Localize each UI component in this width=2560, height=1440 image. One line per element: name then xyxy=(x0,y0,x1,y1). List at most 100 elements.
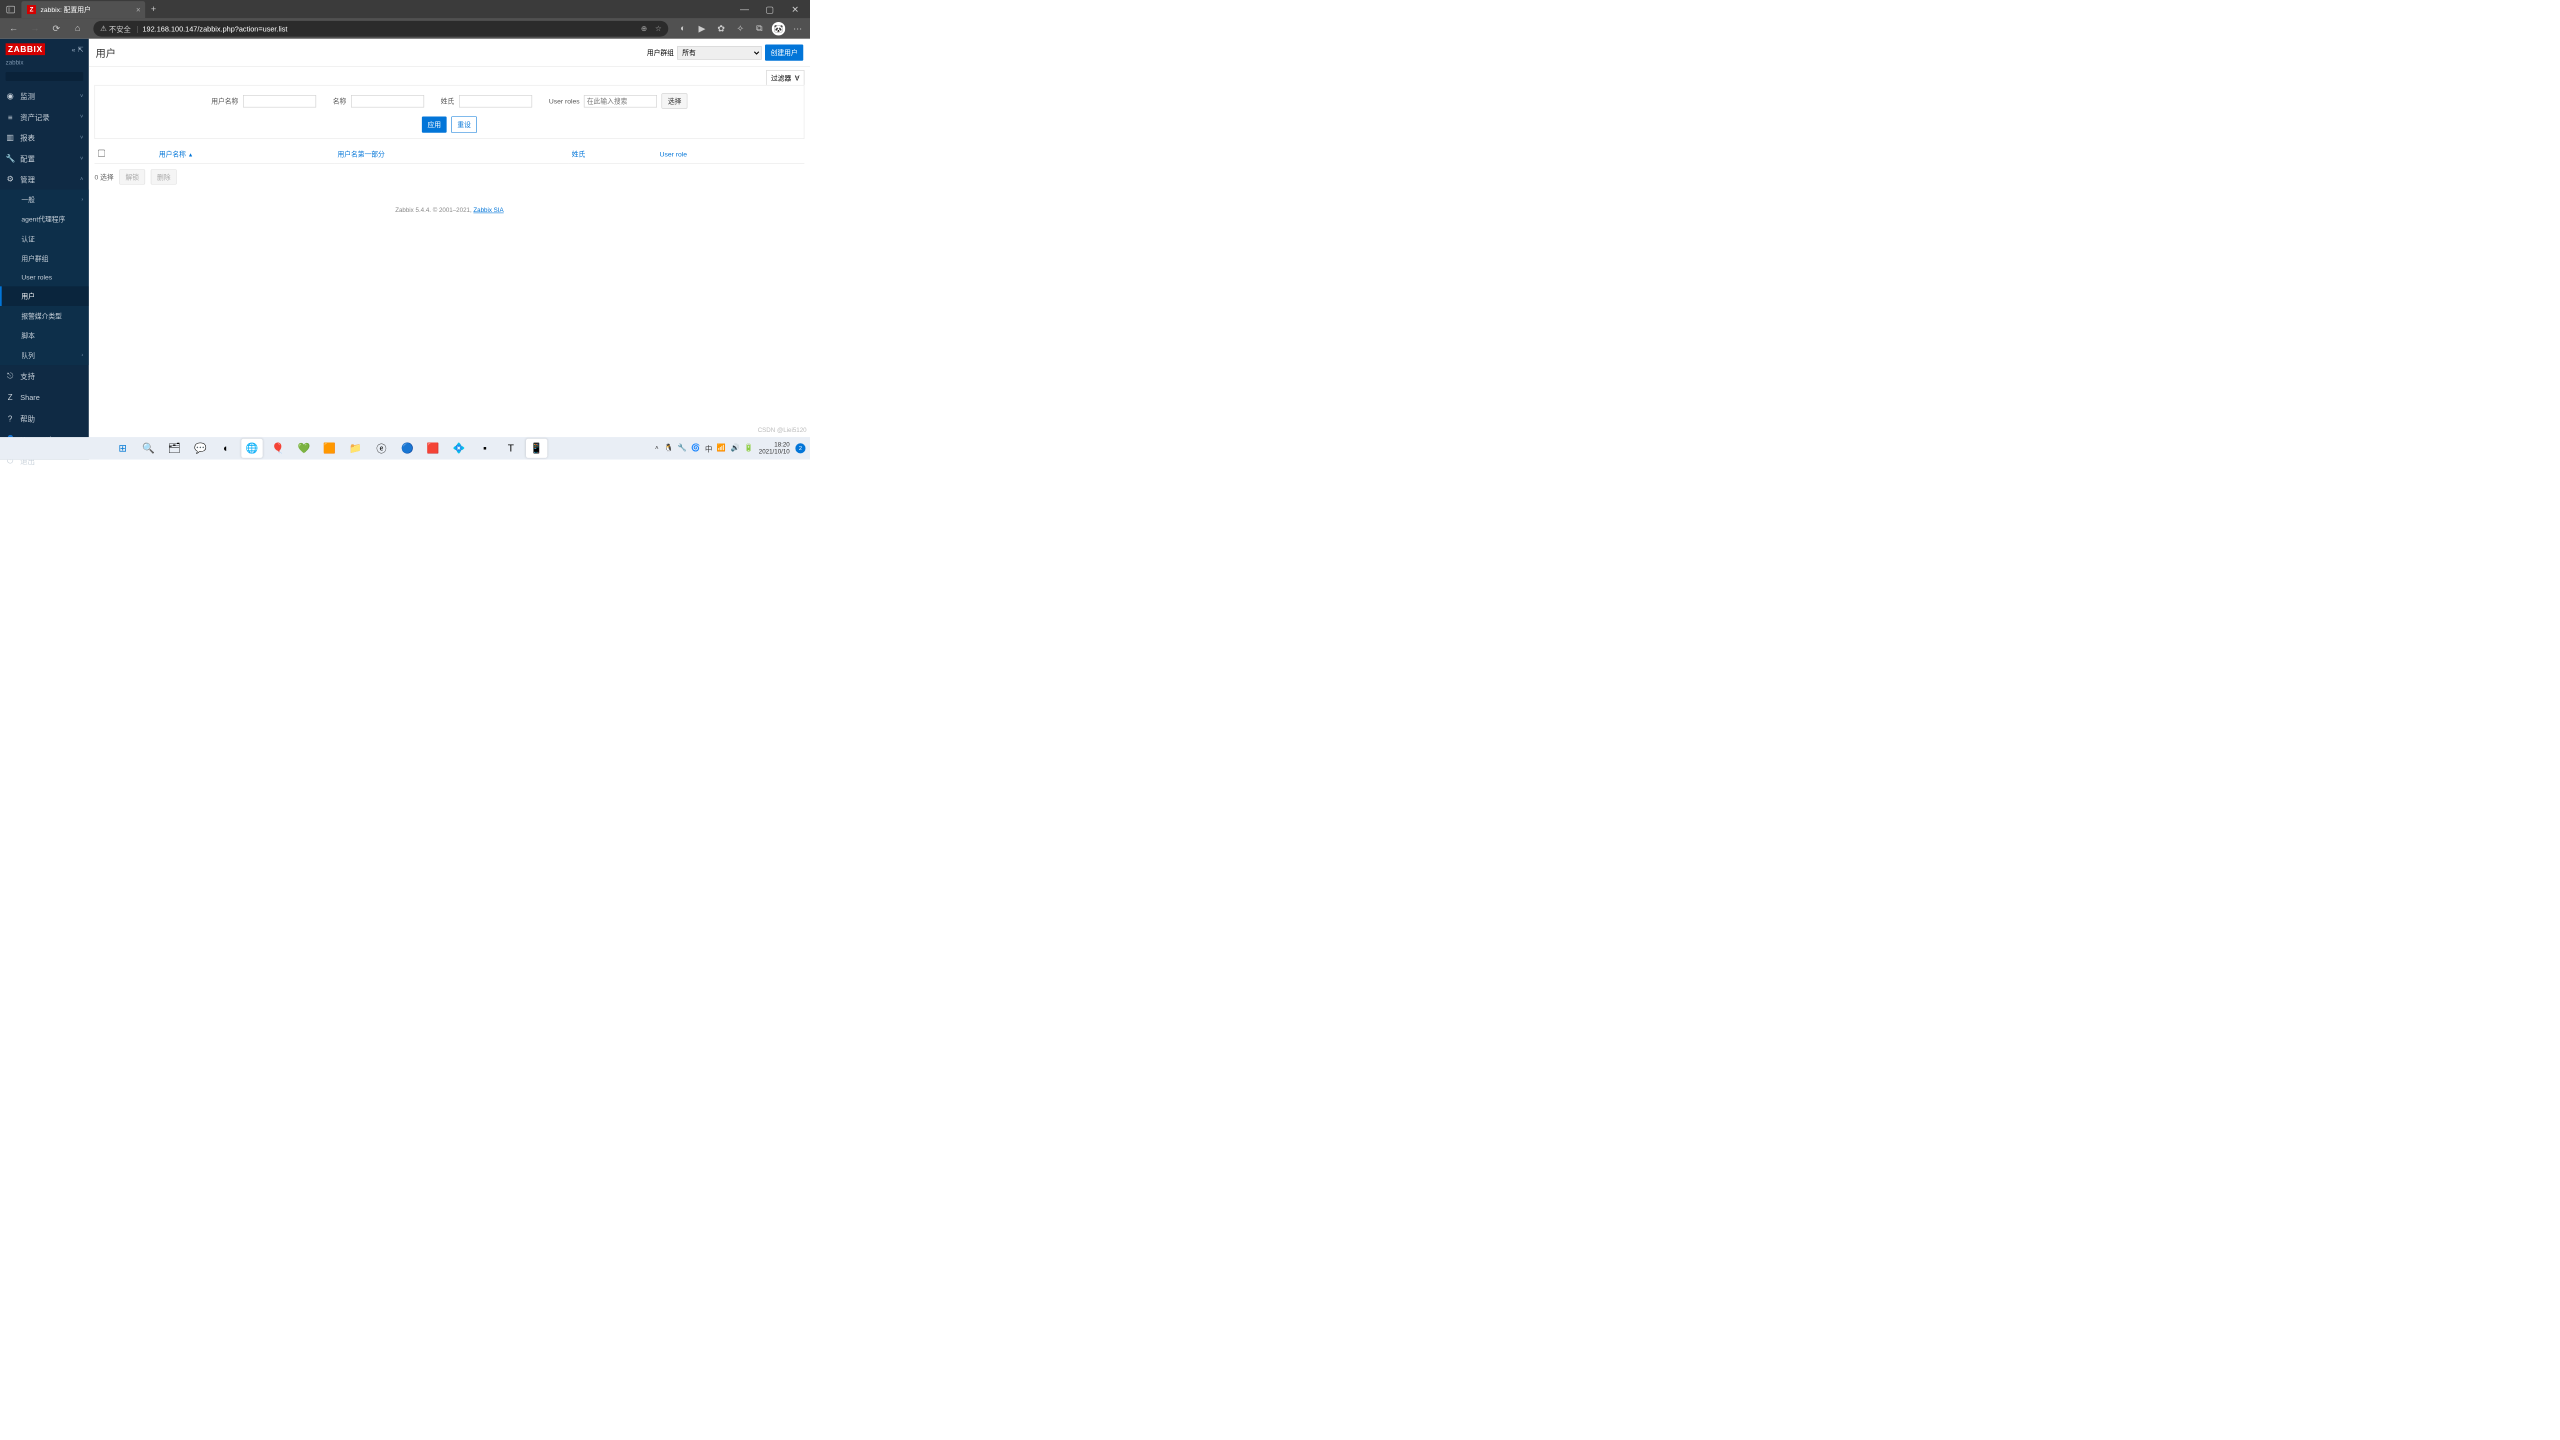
menu-icon[interactable]: ⋯ xyxy=(790,21,806,37)
sidebar-sub-User roles[interactable]: User roles xyxy=(0,268,89,286)
footer-link[interactable]: Zabbix SIA xyxy=(473,207,503,214)
task-term[interactable]: ▪ xyxy=(474,439,495,458)
nav-home-button[interactable]: ⌂ xyxy=(69,20,87,38)
col-header-1[interactable]: 用户名第一部分 xyxy=(334,145,568,164)
browser-tab[interactable]: Z zabbix: 配置用户 × xyxy=(21,1,145,18)
new-tab-button[interactable]: + xyxy=(145,1,162,18)
task-wechat[interactable]: 💚 xyxy=(293,439,314,458)
task-search[interactable]: 🔍 xyxy=(138,439,159,458)
tray-wifi-icon[interactable]: 📶 xyxy=(717,443,726,454)
sidebar-search-input[interactable] xyxy=(10,73,97,81)
sidebar-sub-认证[interactable]: 认证 xyxy=(0,229,89,249)
sidebar-sub-label: User roles xyxy=(21,273,52,281)
sidebar-item-1[interactable]: ≡资产记录˅ xyxy=(0,106,89,127)
filter-apply-button[interactable]: 应用 xyxy=(422,116,447,132)
sidebar-bottom-icon: ⎋ xyxy=(6,371,15,381)
nav-forward-button[interactable]: → xyxy=(26,20,44,38)
window-maximize-button[interactable]: ▢ xyxy=(757,1,782,18)
filter-roles-select-button[interactable]: 选择 xyxy=(662,93,688,108)
col-header-0[interactable]: 用户名称 ▲ xyxy=(155,145,334,164)
filter-name-input[interactable] xyxy=(351,95,424,107)
sidebar-bottom-icon: ? xyxy=(6,414,15,423)
sidebar-bottom-2[interactable]: ? 帮助 xyxy=(0,407,89,429)
nav-back-button[interactable]: ← xyxy=(5,20,23,38)
task-chrome[interactable]: 🔵 xyxy=(397,439,418,458)
favorites-icon[interactable]: ✧ xyxy=(732,21,748,37)
taskbar-clock[interactable]: 18:20 2021/10/10 xyxy=(759,442,790,456)
task-app2[interactable]: 🟧 xyxy=(319,439,340,458)
selected-count: 0 选择 xyxy=(95,172,114,182)
task-explorer[interactable]: 📁 xyxy=(345,439,366,458)
sidebar-search[interactable]: ⌕ xyxy=(6,72,84,81)
task-app1[interactable]: 🎈 xyxy=(267,439,288,458)
sidebar-bottom-1[interactable]: ZShare xyxy=(0,387,89,407)
chevron-icon: ˅ xyxy=(80,134,83,140)
filter-roles-input[interactable] xyxy=(584,95,657,107)
col-header-2[interactable]: 姓氏 xyxy=(568,145,656,164)
sidebar-popout-icon[interactable]: ⇱ xyxy=(78,45,84,53)
tray-chevron-icon[interactable]: ˄ xyxy=(655,445,659,452)
col-header-3[interactable]: User role xyxy=(656,145,804,164)
usergroup-select[interactable]: 所有 xyxy=(677,46,761,60)
sidebar-bottom-0[interactable]: ⎋支持 xyxy=(0,365,89,387)
sidebar-item-0[interactable]: ◉监测˅ xyxy=(0,86,89,107)
sidebar-subtitle: zabbix xyxy=(0,60,89,70)
filter-reset-button[interactable]: 重设 xyxy=(451,116,477,132)
sidebar-item-4[interactable]: ⚙管理˄ xyxy=(0,169,89,190)
tray-qq-icon[interactable]: 🐧 xyxy=(664,443,673,454)
search-addr-icon[interactable]: ⊕ xyxy=(641,24,647,33)
start-button[interactable]: ⊞ xyxy=(112,439,133,458)
filter-surname-input[interactable] xyxy=(459,95,532,107)
tab-close-icon[interactable]: × xyxy=(136,5,141,14)
task-music[interactable]: 🟥 xyxy=(423,439,444,458)
filter-name-label: 名称 xyxy=(333,96,347,106)
unblock-button[interactable]: 解锁 xyxy=(119,169,145,184)
tray-ime-icon[interactable]: 中 xyxy=(705,443,712,454)
collections-icon[interactable]: ⧉ xyxy=(752,21,768,37)
sidebar-sub-队列[interactable]: 队列› xyxy=(0,345,89,365)
filter-alias-input[interactable] xyxy=(243,95,316,107)
window-minimize-button[interactable]: — xyxy=(732,1,757,18)
task-text[interactable]: T xyxy=(500,439,521,458)
app-logo[interactable]: ZABBIX xyxy=(6,43,45,55)
window-close-button[interactable]: ✕ xyxy=(782,1,807,18)
tray-tool-icon[interactable]: 🔧 xyxy=(678,443,687,454)
tray-app-icon[interactable]: 🌀 xyxy=(691,443,700,454)
sidebar-sub-一般[interactable]: 一般› xyxy=(0,190,89,210)
tab-list-button[interactable] xyxy=(2,1,19,18)
notification-badge[interactable]: 2 xyxy=(795,443,805,453)
ext-icon-gear[interactable]: ✿ xyxy=(713,21,729,37)
sidebar-sub-报警媒介类型[interactable]: 报警媒介类型 xyxy=(0,306,89,326)
sidebar-bottom-label: 帮助 xyxy=(20,413,35,424)
favorite-icon[interactable]: ☆ xyxy=(655,24,662,33)
sidebar-sub-脚本[interactable]: 脚本 xyxy=(0,326,89,346)
sidebar-sub-用户[interactable]: 用户 xyxy=(0,286,89,306)
task-chat[interactable]: 💬 xyxy=(190,439,211,458)
sidebar-icon: ⚙ xyxy=(6,174,15,184)
ext-icon-play[interactable]: ▶ xyxy=(694,21,710,37)
filter-toggle[interactable]: 过滤器 ∀ xyxy=(766,70,804,85)
task-vm[interactable]: 💠 xyxy=(448,439,469,458)
task-view[interactable]: 🗂 xyxy=(164,439,185,458)
task-mobile[interactable]: 📱 xyxy=(526,439,547,458)
address-bar[interactable]: ⚠ 不安全 | 192.168.100.147/zabbix.php?actio… xyxy=(93,21,668,37)
select-all-checkbox[interactable] xyxy=(98,149,105,156)
tab-favicon: Z xyxy=(27,5,36,14)
tray-battery-icon[interactable]: 🔋 xyxy=(744,443,753,454)
tray-volume-icon[interactable]: 🔊 xyxy=(730,443,739,454)
ext-icon-1[interactable]: ◐ xyxy=(675,21,691,37)
profile-avatar[interactable]: 🐼 xyxy=(771,21,787,37)
delete-button[interactable]: 删除 xyxy=(151,169,177,184)
sidebar-sub-用户群组[interactable]: 用户群组 xyxy=(0,249,89,269)
task-steam[interactable]: ◐ xyxy=(216,439,237,458)
sidebar-item-3[interactable]: 🔧配置˅ xyxy=(0,148,89,169)
sidebar-sub-agent代理程序[interactable]: agent代理程序 xyxy=(0,209,89,229)
task-ie[interactable]: ⓔ xyxy=(371,439,392,458)
nav-refresh-button[interactable]: ⟳ xyxy=(47,20,65,38)
sidebar-item-2[interactable]: ▥报表˅ xyxy=(0,127,89,148)
task-edge[interactable]: 🌐 xyxy=(241,439,262,458)
sidebar-collapse-icon[interactable]: « xyxy=(72,45,76,53)
create-user-button[interactable]: 创建用户 xyxy=(765,44,803,60)
chevron-icon: ˄ xyxy=(80,176,83,182)
browser-toolbar: ← → ⟳ ⌂ ⚠ 不安全 | 192.168.100.147/zabbix.p… xyxy=(0,19,810,39)
